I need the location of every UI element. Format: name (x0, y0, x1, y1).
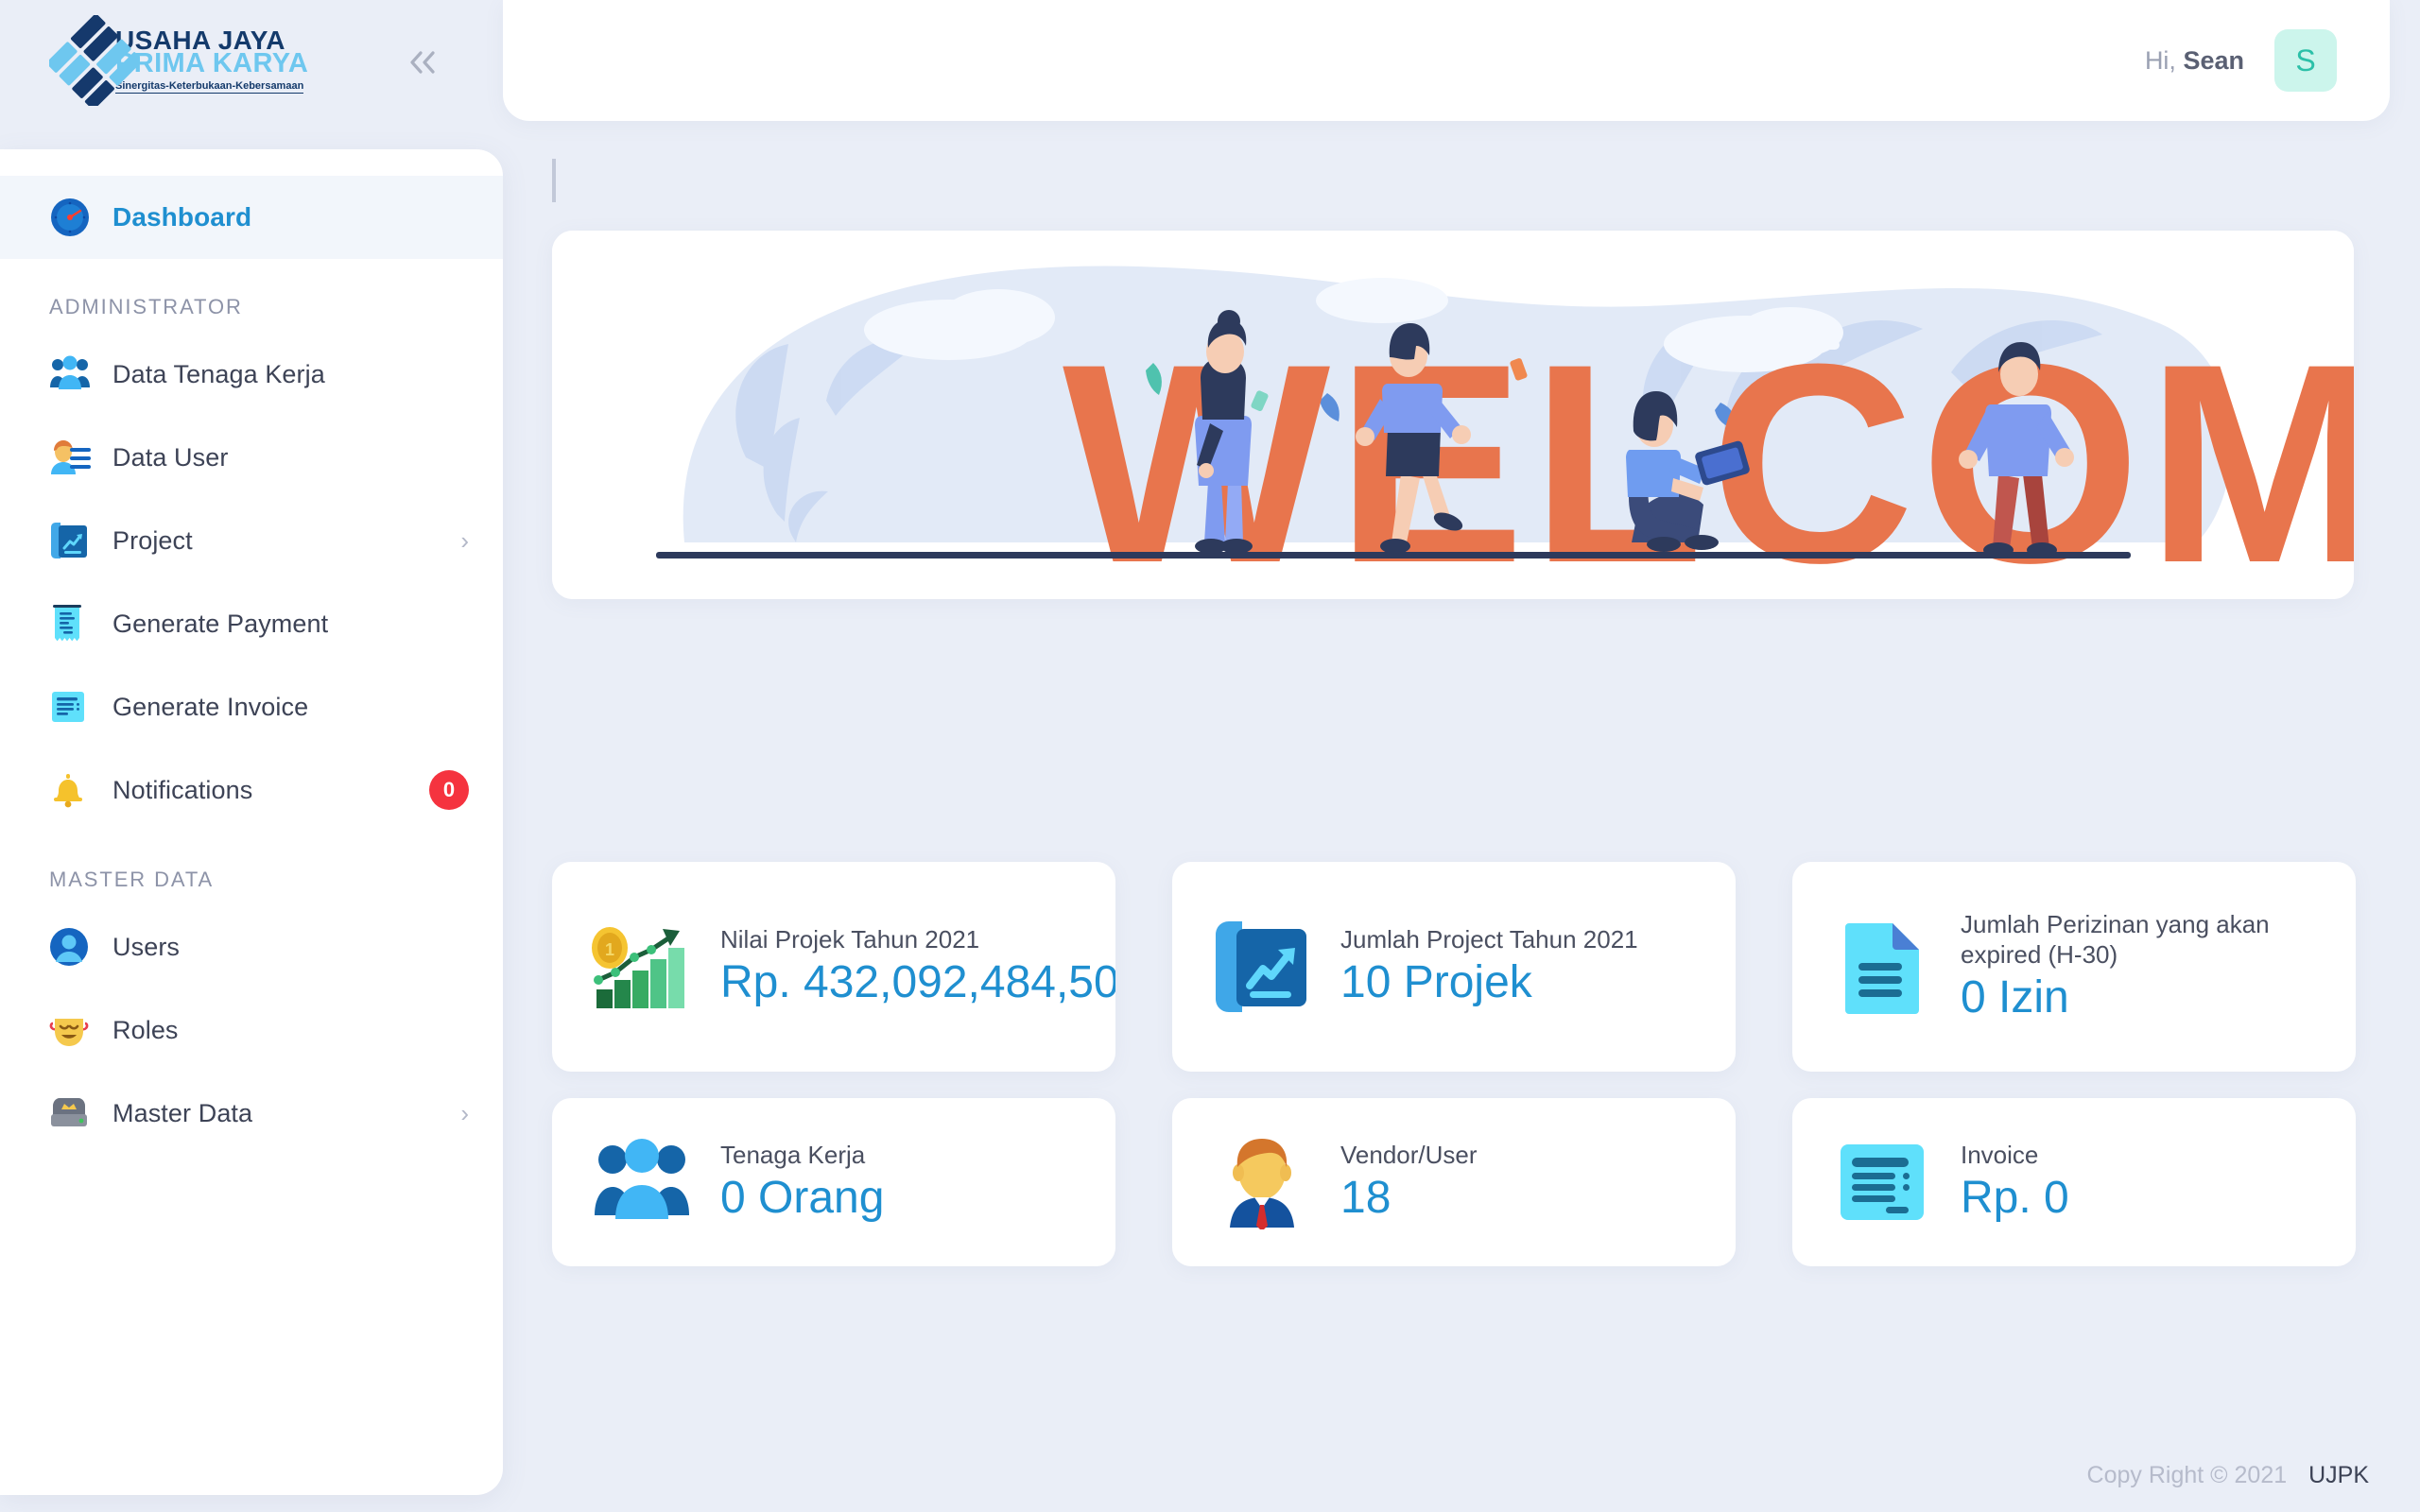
sidebar-item-users[interactable]: Users (0, 905, 503, 988)
mask-icon (49, 1010, 98, 1050)
stat-value: 0 Orang (720, 1172, 885, 1223)
stat-title: Nilai Projek Tahun 2021 (720, 925, 980, 954)
sidebar-nav: Dashboard ADMINISTRATOR Data Tenaga Kerj… (0, 149, 503, 1495)
sidebar-collapse-icon[interactable] (397, 42, 450, 83)
stat-text: Invoice Rp. 0 (1961, 1141, 2069, 1223)
sidebar-item-master-data[interactable]: Master Data › (0, 1072, 503, 1155)
user-circle-icon (49, 927, 98, 967)
sidebar-item-label: Roles (112, 1015, 179, 1044)
user-card-icon (49, 438, 98, 476)
stat-title: Jumlah Perizinan yang akan expired (H-30… (1961, 910, 2270, 970)
notifications-badge: 0 (429, 770, 469, 810)
sidebar-item-notifications[interactable]: Notifications 0 (0, 748, 503, 832)
app-logo[interactable]: USAHA JAYA PRIMA KARYA Sinergitas-Keterb… (46, 13, 309, 111)
businessman-icon (1206, 1135, 1318, 1229)
svg-text:1: 1 (605, 940, 614, 959)
sidebar-item-label: Notifications (112, 775, 253, 804)
people-group-icon (49, 355, 98, 393)
sidebar-item-dashboard[interactable]: Dashboard (0, 176, 503, 259)
sidebar-item-generate-invoice[interactable]: Generate Invoice (0, 665, 503, 748)
chevron-right-icon[interactable]: › (460, 528, 469, 553)
stat-card-row-1: 1 Nilai Projek Tahun 2021 Rp. 432,092,48… (552, 862, 2356, 1072)
stat-value: 10 Projek (1340, 956, 1532, 1007)
stat-value: 18 (1340, 1172, 1392, 1223)
sidebar-item-data-tenaga-kerja[interactable]: Data Tenaga Kerja (0, 333, 503, 416)
chevron-right-icon[interactable]: › (460, 1101, 469, 1125)
stat-card-nilai-projek[interactable]: 1 Nilai Projek Tahun 2021 Rp. 432,092,48… (552, 862, 1115, 1072)
invoice-icon (49, 688, 98, 726)
stat-value: Rp. 432,092,484,500 (720, 956, 1115, 1007)
stat-card-jumlah-perizinan[interactable]: Jumlah Perizinan yang akan expired (H-30… (1792, 862, 2356, 1072)
sidebar-item-label: Generate Invoice (112, 692, 309, 721)
footer-copyright: Copy Right © 2021 (2086, 1462, 2288, 1488)
sidebar-section-administrator: ADMINISTRATOR (49, 295, 243, 318)
logo-mark-icon (46, 13, 143, 111)
stat-title: Invoice (1961, 1141, 2039, 1170)
sidebar-item-label: Project (112, 525, 193, 555)
sidebar-item-label: Master Data (112, 1098, 253, 1127)
sidebar-item-label: Generate Payment (112, 609, 329, 638)
logo-tagline: Sinergitas-Keterbukaan-Kebersamaan (115, 80, 304, 94)
sidebar-item-label: Dashboard (112, 202, 252, 232)
sidebar-item-roles[interactable]: Roles (0, 988, 503, 1072)
invoice-icon (1826, 1141, 1938, 1224)
database-crown-icon (49, 1094, 98, 1132)
main-content: Hi, Sean S WELCOM 1 Nilai Projek Tahun 2… (503, 0, 2420, 1512)
top-bar: Hi, Sean S (503, 0, 2390, 121)
people-group-icon (586, 1138, 698, 1227)
sidebar-item-label: Data User (112, 442, 229, 472)
sidebar-item-label: Data Tenaga Kerja (112, 359, 325, 388)
stat-title: Jumlah Project Tahun 2021 (1340, 925, 1638, 954)
sidebar-item-data-user[interactable]: Data User (0, 416, 503, 499)
stat-value: Rp. 0 (1961, 1172, 2069, 1223)
sidebar-section-master-data: MASTER DATA (49, 868, 215, 891)
breadcrumb (552, 159, 556, 202)
document-icon (1826, 918, 1938, 1016)
dashboard-page: USAHA JAYA PRIMA KARYA Sinergitas-Keterb… (0, 0, 2420, 1512)
greeting-prefix: Hi, (2144, 45, 2176, 75)
dashboard-gauge-icon (49, 197, 98, 238)
greeting-username: Sean (2183, 45, 2244, 75)
footer: Copy Right © 2021 UJPK (2087, 1462, 2369, 1489)
welcome-banner: WELCOME (552, 231, 2354, 599)
logo-line-2: PRIMA KARYA (115, 48, 309, 78)
stat-value: 0 Izin (1961, 971, 2069, 1022)
sidebar-item-generate-payment[interactable]: Generate Payment (0, 582, 503, 665)
stat-card-row-2: Tenaga Kerja 0 Orang Vendor/User 18 Invo… (552, 1098, 2356, 1266)
sidebar-item-project[interactable]: Project › (0, 499, 503, 582)
receipt-icon (49, 604, 98, 644)
stat-card-tenaga-kerja[interactable]: Tenaga Kerja 0 Orang (552, 1098, 1115, 1266)
stat-text: Jumlah Perizinan yang akan expired (H-30… (1961, 910, 2356, 1022)
sidebar: USAHA JAYA PRIMA KARYA Sinergitas-Keterb… (0, 0, 503, 1512)
growth-chart-coin-icon: 1 (586, 921, 698, 1012)
bell-icon (49, 770, 98, 810)
stat-text: Vendor/User 18 (1340, 1141, 1478, 1223)
project-blueprint-icon (49, 522, 98, 559)
stat-text: Nilai Projek Tahun 2021 Rp. 432,092,484,… (720, 925, 1115, 1007)
stat-card-vendor-user[interactable]: Vendor/User 18 (1172, 1098, 1736, 1266)
stat-text: Jumlah Project Tahun 2021 10 Projek (1340, 925, 1638, 1007)
sidebar-item-label: Users (112, 932, 181, 961)
sidebar-header: USAHA JAYA PRIMA KARYA Sinergitas-Keterb… (0, 0, 503, 121)
greeting-text: Hi, Sean (2145, 46, 2244, 76)
welcome-illustration: WELCOME (552, 231, 2354, 599)
stat-text: Tenaga Kerja 0 Orang (720, 1141, 884, 1223)
stat-title: Vendor/User (1340, 1141, 1478, 1170)
stat-card-jumlah-project[interactable]: Jumlah Project Tahun 2021 10 Projek (1172, 862, 1736, 1072)
stat-title: Tenaga Kerja (720, 1141, 866, 1170)
footer-company: UJPK (2308, 1462, 2369, 1488)
project-blueprint-icon (1206, 919, 1318, 1014)
stat-card-invoice[interactable]: Invoice Rp. 0 (1792, 1098, 2356, 1266)
avatar[interactable]: S (2274, 29, 2337, 92)
